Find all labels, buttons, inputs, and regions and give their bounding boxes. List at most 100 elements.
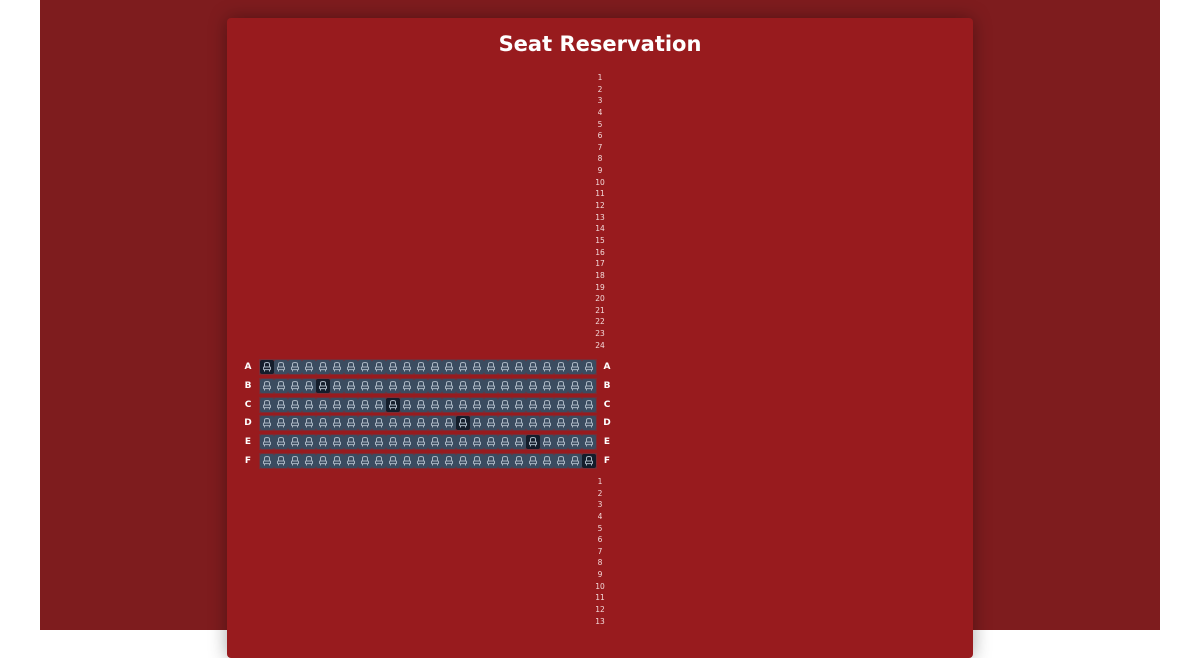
seat[interactable]: [498, 453, 512, 468]
seat[interactable]: [414, 378, 428, 393]
seat[interactable]: [582, 360, 596, 374]
seat[interactable]: [456, 378, 470, 393]
seat[interactable]: [540, 378, 554, 393]
seat[interactable]: [274, 397, 288, 412]
seat[interactable]: [288, 435, 302, 449]
seat[interactable]: [358, 397, 372, 412]
seat[interactable]: [456, 360, 470, 374]
seat[interactable]: [302, 435, 316, 449]
seat[interactable]: [330, 360, 344, 374]
seat[interactable]: [330, 453, 344, 468]
seat[interactable]: [568, 416, 582, 431]
seat[interactable]: [568, 435, 582, 449]
seat[interactable]: [400, 453, 414, 468]
seat[interactable]: [456, 435, 470, 449]
seat[interactable]: [582, 397, 596, 412]
seat[interactable]: [428, 416, 442, 431]
seat-selected[interactable]: [386, 397, 400, 412]
seat[interactable]: [470, 397, 484, 412]
seat[interactable]: [414, 397, 428, 412]
seat[interactable]: [400, 416, 414, 431]
seat[interactable]: [330, 416, 344, 431]
seat[interactable]: [414, 435, 428, 449]
seat[interactable]: [540, 397, 554, 412]
seat[interactable]: [554, 378, 568, 393]
seat[interactable]: [582, 435, 596, 449]
seat[interactable]: [400, 397, 414, 412]
seat[interactable]: [386, 453, 400, 468]
seat[interactable]: [386, 416, 400, 431]
seat[interactable]: [344, 435, 358, 449]
seat[interactable]: [498, 378, 512, 393]
seat[interactable]: [554, 360, 568, 374]
seat[interactable]: [428, 360, 442, 374]
seat[interactable]: [288, 453, 302, 468]
seat-selected[interactable]: [260, 360, 274, 374]
seat[interactable]: [302, 378, 316, 393]
seat[interactable]: [442, 453, 456, 468]
seat[interactable]: [498, 397, 512, 412]
seat[interactable]: [498, 416, 512, 431]
seat[interactable]: [288, 378, 302, 393]
seat[interactable]: [274, 378, 288, 393]
seat[interactable]: [512, 360, 526, 374]
seat[interactable]: [372, 453, 386, 468]
seat[interactable]: [484, 453, 498, 468]
seat[interactable]: [442, 397, 456, 412]
seat[interactable]: [330, 378, 344, 393]
seat[interactable]: [470, 360, 484, 374]
seat[interactable]: [344, 453, 358, 468]
seat[interactable]: [260, 397, 274, 412]
seat[interactable]: [330, 435, 344, 449]
seat[interactable]: [484, 435, 498, 449]
seat[interactable]: [414, 360, 428, 374]
seat[interactable]: [484, 360, 498, 374]
seat-selected[interactable]: [582, 453, 596, 468]
seat[interactable]: [330, 397, 344, 412]
seat[interactable]: [470, 453, 484, 468]
seat[interactable]: [414, 416, 428, 431]
seat[interactable]: [498, 360, 512, 374]
seat[interactable]: [274, 435, 288, 449]
seat[interactable]: [288, 416, 302, 431]
seat[interactable]: [484, 397, 498, 412]
seat[interactable]: [288, 397, 302, 412]
seat[interactable]: [372, 397, 386, 412]
seat[interactable]: [316, 360, 330, 374]
seat[interactable]: [316, 435, 330, 449]
seat[interactable]: [260, 435, 274, 449]
seat[interactable]: [554, 453, 568, 468]
seat[interactable]: [526, 397, 540, 412]
seat[interactable]: [414, 453, 428, 468]
seat[interactable]: [512, 397, 526, 412]
seat[interactable]: [526, 416, 540, 431]
seat[interactable]: [442, 435, 456, 449]
seat[interactable]: [386, 435, 400, 449]
seat[interactable]: [540, 435, 554, 449]
seat[interactable]: [358, 378, 372, 393]
seat[interactable]: [582, 416, 596, 431]
seat[interactable]: [428, 453, 442, 468]
seat[interactable]: [400, 378, 414, 393]
seat[interactable]: [358, 360, 372, 374]
seat-selected[interactable]: [456, 416, 470, 431]
seat[interactable]: [568, 378, 582, 393]
seat[interactable]: [442, 416, 456, 431]
seat[interactable]: [568, 453, 582, 468]
seat[interactable]: [302, 416, 316, 431]
seat[interactable]: [526, 360, 540, 374]
seat[interactable]: [428, 378, 442, 393]
seat[interactable]: [344, 360, 358, 374]
seat[interactable]: [512, 453, 526, 468]
seat[interactable]: [540, 360, 554, 374]
seat[interactable]: [470, 378, 484, 393]
seat[interactable]: [372, 416, 386, 431]
seat[interactable]: [260, 416, 274, 431]
seat[interactable]: [386, 360, 400, 374]
seat[interactable]: [582, 378, 596, 393]
seat[interactable]: [302, 453, 316, 468]
seat[interactable]: [568, 397, 582, 412]
seat[interactable]: [526, 453, 540, 468]
seat[interactable]: [358, 435, 372, 449]
seat[interactable]: [358, 416, 372, 431]
